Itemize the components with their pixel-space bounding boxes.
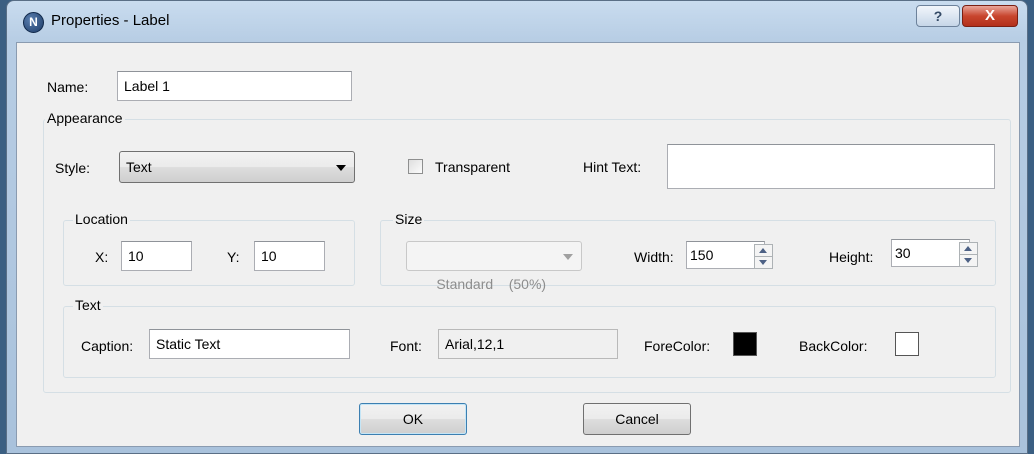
- height-spin-up[interactable]: [960, 243, 977, 255]
- height-label: Height:: [829, 249, 874, 265]
- style-label: Style:: [55, 160, 91, 176]
- forecolor-swatch[interactable]: [733, 332, 757, 356]
- arrow-up-icon: [759, 248, 767, 253]
- backcolor-label: BackColor:: [799, 338, 868, 354]
- text-group-title: Text: [73, 297, 103, 313]
- cancel-button[interactable]: Cancel: [583, 403, 691, 435]
- backcolor-swatch[interactable]: [895, 332, 919, 356]
- hint-text-label: Hint Text:: [583, 159, 642, 175]
- height-spin-down[interactable]: [960, 255, 977, 267]
- caption-label: Caption:: [81, 338, 134, 354]
- style-dropdown[interactable]: Text: [119, 151, 355, 183]
- app-logo-icon: N: [23, 12, 44, 33]
- dialog-client-area: Name: Label 1 Appearance Style: Text Tra…: [16, 42, 1020, 447]
- chevron-down-icon: [336, 165, 346, 171]
- location-x-input[interactable]: 10: [121, 241, 192, 271]
- arrow-down-icon: [964, 258, 972, 263]
- width-spin-down[interactable]: [755, 257, 772, 269]
- width-spin-up[interactable]: [755, 245, 772, 257]
- help-button[interactable]: ?: [916, 5, 960, 27]
- font-display[interactable]: Arial,12,1: [438, 329, 618, 359]
- arrow-up-icon: [964, 246, 972, 251]
- properties-dialog: N Properties - Label ? X Name: Label 1 A…: [6, 0, 1028, 454]
- width-spinner[interactable]: [754, 244, 773, 269]
- size-group-title: Size: [393, 211, 425, 227]
- transparent-label: Transparent: [435, 159, 510, 175]
- arrow-down-icon: [759, 260, 767, 265]
- hint-text-input[interactable]: [667, 144, 995, 189]
- location-y-input[interactable]: 10: [254, 241, 325, 271]
- location-group-title: Location: [73, 211, 130, 227]
- appearance-group-title: Appearance: [45, 110, 125, 126]
- width-label: Width:: [634, 249, 674, 265]
- location-x-label: X:: [95, 249, 109, 265]
- height-spinner[interactable]: [959, 242, 978, 267]
- style-dropdown-value: Text: [126, 159, 152, 175]
- transparent-checkbox[interactable]: [408, 159, 423, 174]
- caption-input[interactable]: Static Text: [149, 329, 350, 359]
- window-title: Properties - Label: [51, 12, 170, 29]
- name-label: Name:: [47, 79, 89, 95]
- ok-button[interactable]: OK: [359, 403, 467, 435]
- title-bar[interactable]: N Properties - Label ? X: [7, 1, 1027, 41]
- location-y-label: Y:: [227, 249, 240, 265]
- chevron-down-icon: [563, 254, 573, 260]
- forecolor-label: ForeColor:: [644, 338, 711, 354]
- name-input[interactable]: Label 1: [117, 71, 352, 101]
- size-preset-value: Standard (50%): [436, 276, 547, 292]
- font-label: Font:: [390, 338, 422, 354]
- close-button[interactable]: X: [962, 5, 1018, 27]
- size-preset-dropdown[interactable]: Standard (50%): [406, 241, 582, 292]
